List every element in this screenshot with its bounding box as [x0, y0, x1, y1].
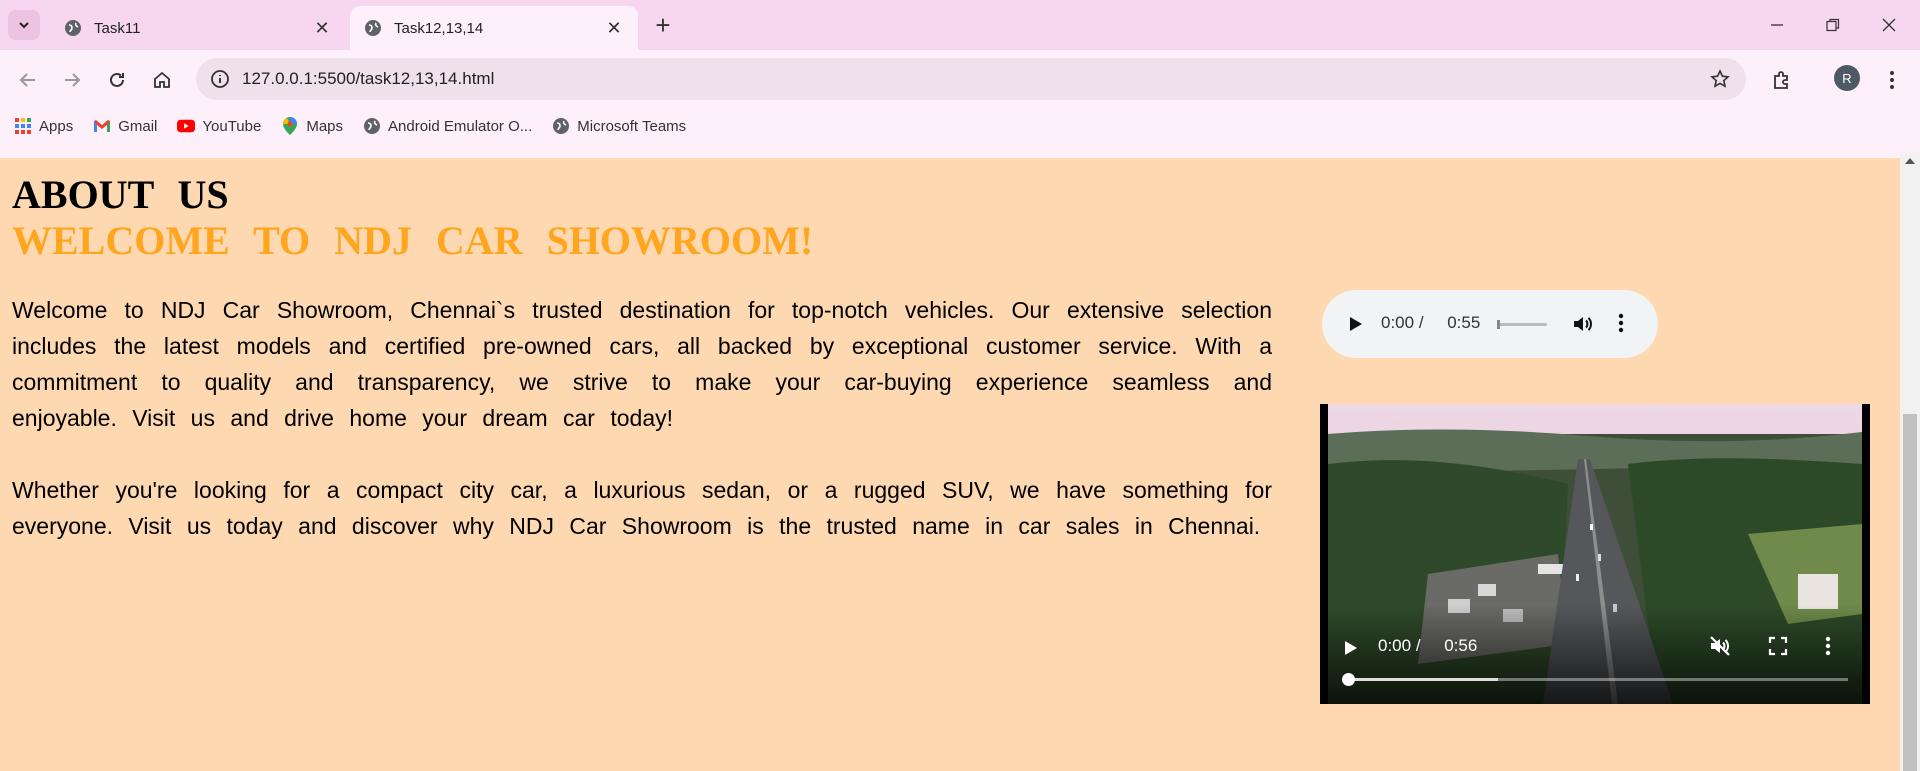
close-icon — [1882, 18, 1896, 32]
fullscreen-icon[interactable] — [1768, 636, 1788, 661]
bookmark-label: Android Emulator O... — [388, 117, 533, 135]
intro-paragraph: Welcome to NDJ Car Showroom, Chennai`s t… — [12, 297, 1272, 431]
offer-paragraph: Whether you're looking for a compact cit… — [12, 477, 1272, 539]
browser-menu-button[interactable] — [1880, 62, 1904, 98]
globe-icon — [65, 20, 81, 36]
home-icon — [154, 71, 170, 88]
info-icon — [211, 70, 229, 88]
more-vertical-icon — [1890, 71, 1894, 89]
bookmark-label: Apps — [39, 117, 74, 135]
profile-avatar[interactable]: R — [1834, 65, 1860, 91]
tab-task11[interactable]: Task11 ✕ — [50, 6, 346, 50]
new-tab-button[interactable]: + — [650, 12, 676, 38]
close-window-button[interactable] — [1864, 8, 1914, 42]
site-info-button[interactable] — [204, 63, 236, 95]
bookmark-android-emulator[interactable]: Android Emulator O... — [363, 117, 532, 135]
bookmark-gmail[interactable]: Gmail — [93, 117, 157, 135]
bookmarks-bar: Apps Gmail YouTube Maps Android Emulator… — [0, 111, 1920, 141]
close-icon[interactable]: ✕ — [312, 18, 332, 38]
tab-strip: Task11 ✕ Task12,13,14 ✕ + — [0, 0, 1920, 50]
audio-current-time: 0:00 — [1381, 313, 1415, 332]
scrollbar-thumb[interactable] — [1903, 414, 1917, 771]
minimize-button[interactable] — [1752, 8, 1802, 42]
apps-grid-icon — [14, 117, 32, 135]
home-button[interactable] — [144, 62, 180, 98]
audio-player[interactable]: 0:00 / 0:55 — [1322, 290, 1658, 358]
bookmark-label: Microsoft Teams — [577, 117, 687, 135]
arrow-left-icon — [19, 73, 35, 87]
scroll-up-arrow-icon[interactable] — [1905, 158, 1915, 164]
chevron-down-icon — [19, 22, 29, 29]
audio-progress-slider[interactable] — [1497, 320, 1547, 329]
reload-button[interactable] — [99, 62, 135, 98]
tab-search-button[interactable] — [8, 10, 40, 40]
page-viewport: ABOUT US WELCOME TO NDJ CAR SHOWROOM! We… — [0, 152, 1900, 771]
muted-volume-icon[interactable] — [1708, 634, 1732, 663]
bookmark-maps[interactable]: Maps — [281, 117, 343, 135]
volume-icon[interactable] — [1571, 312, 1595, 341]
globe-icon — [552, 117, 570, 135]
about-heading: ABOUT US — [12, 172, 229, 217]
video-time: 0:00 / 0:56 — [1378, 636, 1477, 656]
forward-button[interactable] — [54, 62, 90, 98]
play-icon[interactable] — [1342, 637, 1360, 664]
bookmark-youtube[interactable]: YouTube — [177, 117, 261, 135]
video-buffered-bar — [1348, 678, 1498, 681]
extensions-button[interactable] — [1764, 62, 1800, 98]
back-button[interactable] — [10, 62, 46, 98]
audio-duration: 0:55 — [1447, 313, 1481, 332]
bookmark-apps[interactable]: Apps — [14, 117, 73, 135]
viewport-top-edge — [0, 152, 1900, 158]
time-separator: / — [1415, 636, 1421, 655]
puzzle-icon — [1774, 71, 1788, 89]
reload-icon — [110, 72, 124, 87]
bookmark-label: Gmail — [118, 117, 158, 135]
youtube-icon — [177, 117, 196, 135]
bookmark-star-button[interactable] — [1708, 67, 1732, 91]
tab-title: Task12,13,14 — [394, 19, 484, 37]
star-icon — [1710, 69, 1730, 88]
url-text[interactable]: 127.0.0.1:5500/task12,13,14.html — [242, 69, 494, 89]
tab-title: Task11 — [94, 19, 141, 37]
maps-pin-icon — [281, 117, 299, 135]
restore-button[interactable] — [1808, 8, 1858, 42]
globe-icon — [363, 117, 381, 135]
bookmark-label: YouTube — [202, 117, 262, 135]
globe-icon — [365, 20, 381, 36]
welcome-heading: WELCOME TO NDJ CAR SHOWROOM! — [12, 218, 814, 263]
video-duration: 0:56 — [1444, 636, 1478, 655]
address-bar[interactable]: 127.0.0.1:5500/task12,13,14.html — [196, 58, 1746, 100]
gmail-icon — [93, 117, 111, 135]
minimize-icon — [1771, 24, 1783, 26]
restore-icon — [1826, 18, 1840, 32]
video-current-time: 0:00 — [1378, 636, 1412, 655]
audio-time: 0:00 / 0:55 — [1381, 313, 1480, 333]
video-player[interactable]: 0:00 / 0:56 — [1320, 404, 1870, 704]
arrow-right-icon — [65, 73, 81, 87]
close-icon[interactable]: ✕ — [604, 18, 624, 38]
video-progress-slider[interactable] — [1342, 673, 1848, 686]
bookmark-microsoft-teams[interactable]: Microsoft Teams — [552, 117, 686, 135]
video-scrubber-knob[interactable] — [1342, 673, 1355, 686]
more-vertical-icon[interactable] — [1618, 312, 1624, 339]
browser-toolbar: 127.0.0.1:5500/task12,13,14.html R Apps … — [0, 50, 1920, 158]
page-scrollbar[interactable] — [1900, 152, 1920, 771]
play-icon[interactable] — [1346, 313, 1364, 340]
bookmark-label: Maps — [306, 117, 344, 135]
tab-task12[interactable]: Task12,13,14 ✕ — [350, 6, 638, 50]
time-separator: / — [1418, 313, 1424, 332]
more-vertical-icon[interactable] — [1825, 636, 1831, 661]
